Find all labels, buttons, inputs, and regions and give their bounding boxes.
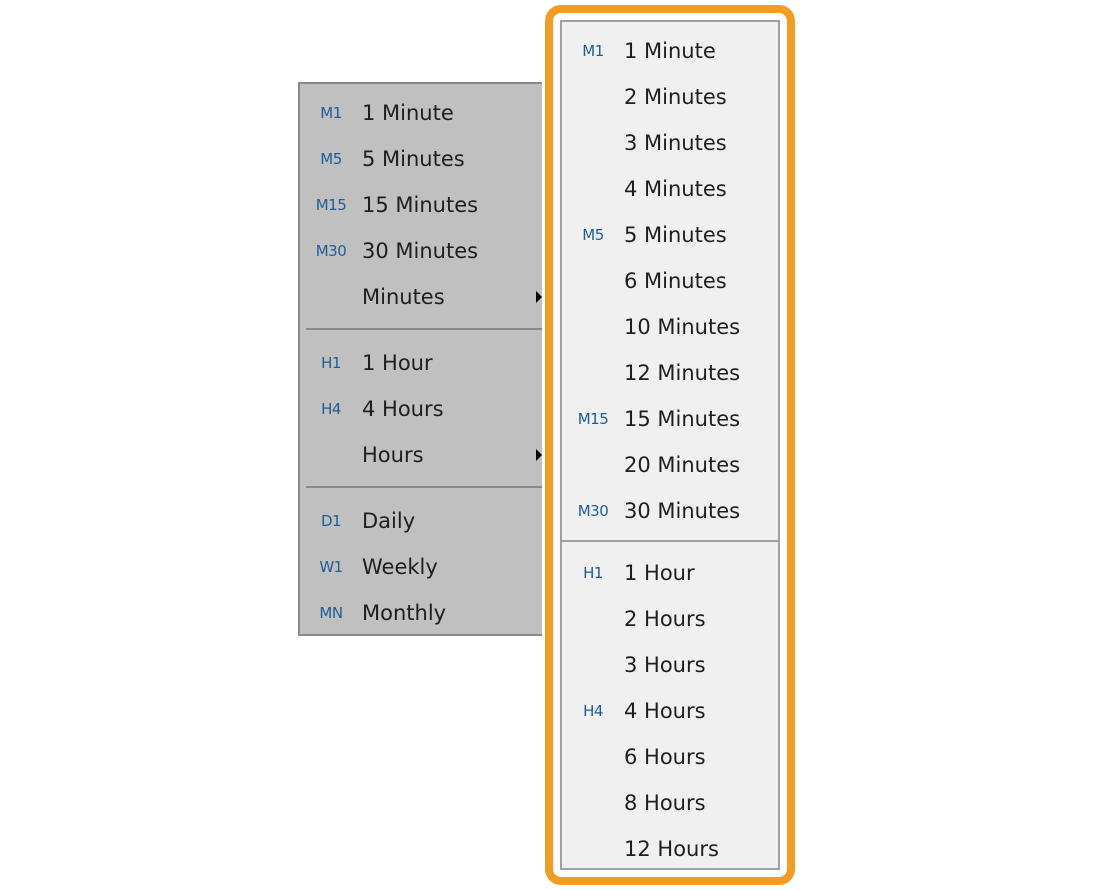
timeframe-submenu-item[interactable]: 10 Minutes <box>562 304 778 350</box>
timeframe-menu-item[interactable]: M15 15 Minutes <box>300 182 542 228</box>
timeframe-submenu-item[interactable]: 8 Hours <box>562 780 778 826</box>
menu-item-label: 4 Hours <box>362 397 444 421</box>
timeframe-submenu-item[interactable]: M1 1 Minute <box>562 28 778 74</box>
timeframe-code: M5 <box>320 150 342 168</box>
menu-item-label: 6 Minutes <box>624 269 727 293</box>
menu-item-label: 20 Minutes <box>624 453 741 477</box>
timeframe-code: H1 <box>583 564 603 582</box>
menu-item-label: 12 Hours <box>624 837 719 861</box>
menu-item-label: 3 Minutes <box>624 131 727 155</box>
timeframe-code: M30 <box>315 242 347 260</box>
menu-item-label: 4 Minutes <box>624 177 727 201</box>
menu-item-label: 8 Hours <box>624 791 706 815</box>
menu-separator <box>562 540 778 542</box>
timeframe-code: D1 <box>320 512 342 530</box>
menu-item-label: 15 Minutes <box>624 407 741 431</box>
menu-item-label: 4 Hours <box>624 699 706 723</box>
timeframe-menu-item[interactable]: M5 5 Minutes <box>300 136 542 182</box>
timeframe-menu: M1 1 Minute M5 5 Minutes M15 15 Minutes M30 30 … <box>298 82 542 636</box>
timeframe-code: M15 <box>577 410 609 428</box>
timeframe-menu-item[interactable]: H1 1 Hour <box>300 340 542 386</box>
menu-item-label: 10 Minutes <box>624 315 741 339</box>
timeframe-submenu-item[interactable]: 12 Minutes <box>562 350 778 396</box>
timeframe-menu-item[interactable]: M1 1 Minute <box>300 90 542 136</box>
timeframe-code: M5 <box>582 226 604 244</box>
timeframe-menu-item[interactable]: H4 4 Hours <box>300 386 542 432</box>
menu-item-label: 30 Minutes <box>624 499 741 523</box>
timeframe-submenu-item[interactable]: 3 Minutes <box>562 120 778 166</box>
menu-item-label: 1 Hour <box>362 351 433 375</box>
menu-item-label: 5 Minutes <box>362 147 465 171</box>
timeframe-code: W1 <box>319 558 343 576</box>
timeframe-submenu-item[interactable]: 6 Minutes <box>562 258 778 304</box>
timeframe-menu-item[interactable]: MN Monthly <box>300 590 542 636</box>
timeframe-menu-item[interactable]: Minutes <box>300 274 542 320</box>
menu-item-label: 6 Hours <box>624 745 706 769</box>
timeframe-code: H4 <box>583 702 603 720</box>
timeframe-code: MN <box>319 604 343 622</box>
menu-item-label: 5 Minutes <box>624 223 727 247</box>
timeframe-submenu-item[interactable]: 2 Minutes <box>562 74 778 120</box>
menu-item-label: Hours <box>362 443 424 467</box>
timeframe-submenu-item[interactable]: M30 30 Minutes <box>562 488 778 534</box>
timeframe-submenu-item[interactable]: M5 5 Minutes <box>562 212 778 258</box>
timeframe-code: M1 <box>320 104 342 122</box>
menu-item-label: 1 Hour <box>624 561 695 585</box>
timeframe-code: H4 <box>321 400 341 418</box>
timeframe-submenu-item[interactable]: 2 Hours <box>562 596 778 642</box>
timeframe-menu-item[interactable]: D1 Daily <box>300 498 542 544</box>
submenu-arrow-icon <box>536 449 542 461</box>
timeframe-menu-item[interactable]: M30 30 Minutes <box>300 228 542 274</box>
menu-item-label: 2 Minutes <box>624 85 727 109</box>
menu-item-label: Daily <box>362 509 416 533</box>
menu-item-label: Weekly <box>362 555 438 579</box>
timeframe-submenu-item[interactable]: M15 15 Minutes <box>562 396 778 442</box>
timeframe-submenu-item[interactable]: H1 1 Hour <box>562 550 778 596</box>
timeframe-code: M15 <box>315 196 347 214</box>
timeframe-submenu-item[interactable]: 4 Minutes <box>562 166 778 212</box>
menu-item-label: Monthly <box>362 601 447 625</box>
menu-separator <box>306 486 542 488</box>
submenu-arrow-icon <box>536 291 542 303</box>
timeframe-submenu-item[interactable]: 12 Hours <box>562 826 778 872</box>
menu-item-label: 30 Minutes <box>362 239 479 263</box>
timeframe-menu-item[interactable]: W1 Weekly <box>300 544 542 590</box>
timeframe-submenu-item[interactable]: H4 4 Hours <box>562 688 778 734</box>
menu-item-label: Minutes <box>362 285 445 309</box>
timeframe-code: M1 <box>582 42 604 60</box>
menu-item-label: 15 Minutes <box>362 193 479 217</box>
timeframe-code: M30 <box>577 502 609 520</box>
timeframe-submenu-item[interactable]: 6 Hours <box>562 734 778 780</box>
menu-item-label: 12 Minutes <box>624 361 741 385</box>
menu-item-label: 1 Minute <box>624 39 716 63</box>
menu-separator <box>306 328 542 330</box>
timeframe-menu-item[interactable]: Hours <box>300 432 542 478</box>
menu-item-label: 2 Hours <box>624 607 706 631</box>
timeframe-submenu-item[interactable]: 20 Minutes <box>562 442 778 488</box>
timeframe-submenu-item[interactable]: 3 Hours <box>562 642 778 688</box>
menu-item-label: 1 Minute <box>362 101 454 125</box>
timeframe-submenu: M1 1 Minute 2 Minutes 3 Minutes 4 Minutes M5 5… <box>560 20 780 870</box>
timeframe-code: H1 <box>321 354 341 372</box>
menu-item-label: 3 Hours <box>624 653 706 677</box>
